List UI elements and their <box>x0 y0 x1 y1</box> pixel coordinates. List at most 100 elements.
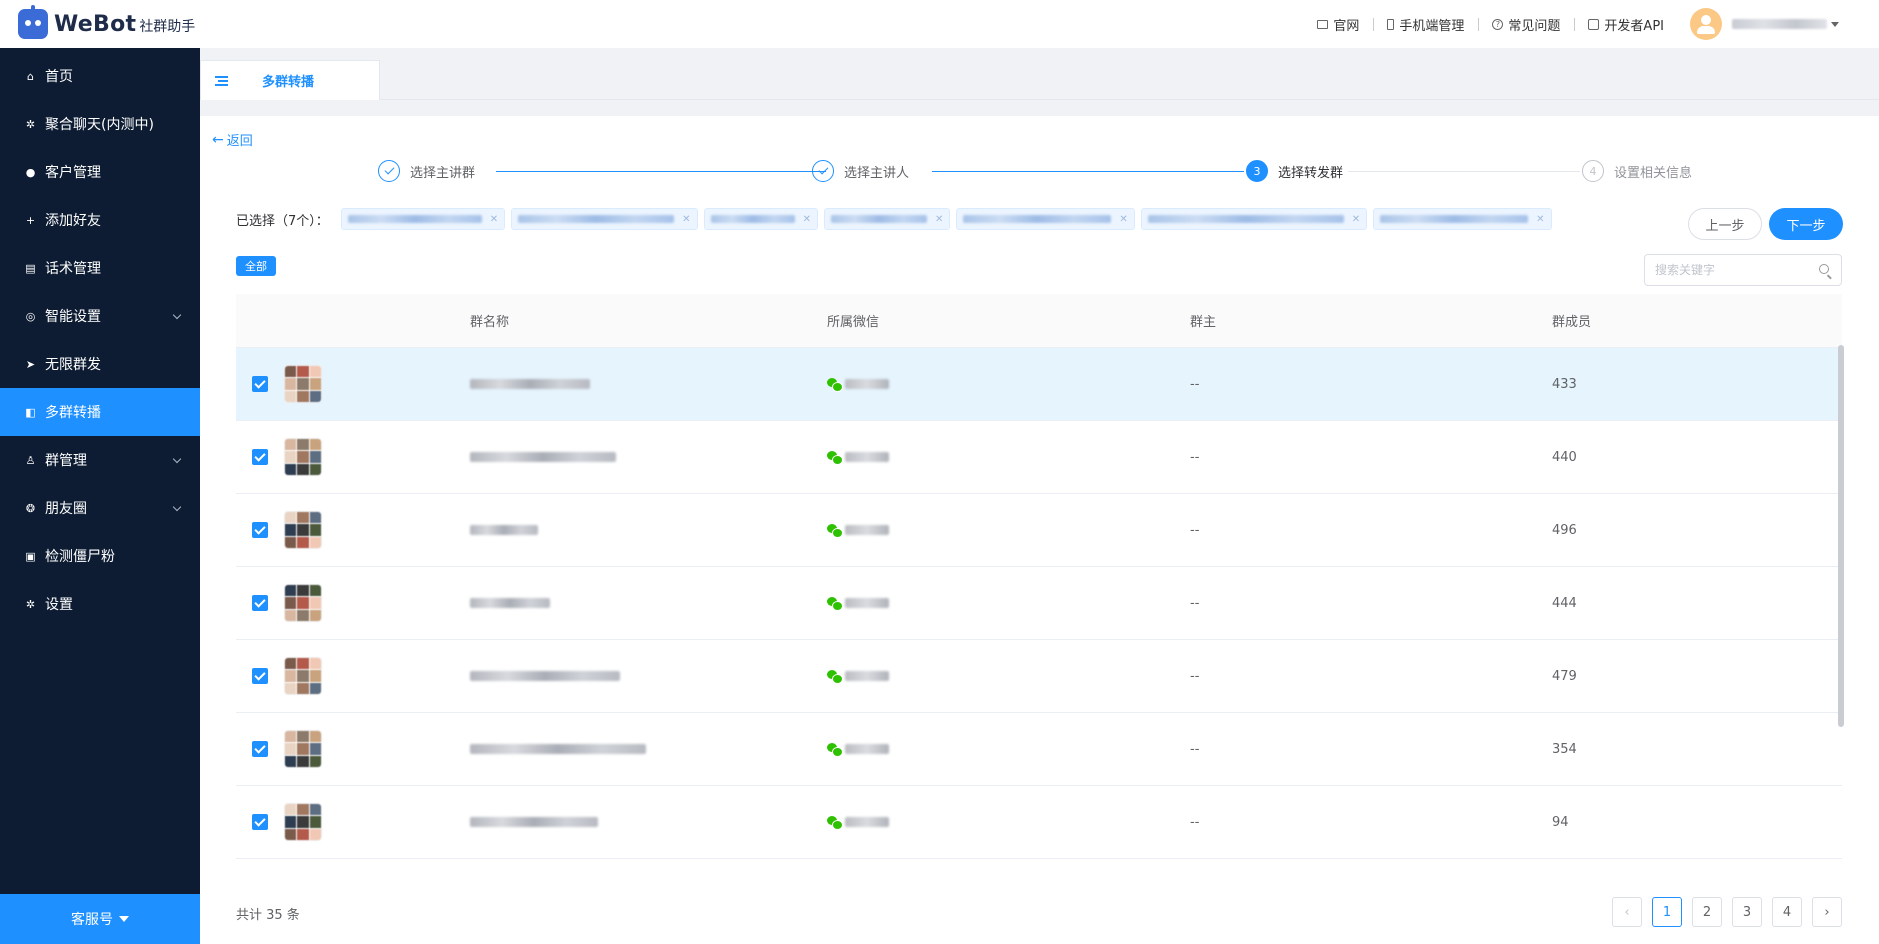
selected-chip[interactable]: ✕ <box>823 208 951 230</box>
group-name-cell <box>470 744 827 754</box>
next-step-button[interactable]: 下一步 <box>1769 208 1843 240</box>
step-3: 3 选择转发群 <box>1246 160 1343 182</box>
sidebar-item-6[interactable]: ◎ 智能设置 <box>0 292 200 340</box>
page-button[interactable]: 3 <box>1732 897 1762 927</box>
prev-page-button[interactable]: ‹ <box>1612 897 1642 927</box>
tab-multi-group-broadcast[interactable]: 多群转播 <box>200 60 380 100</box>
app-subtitle: 社群助手 <box>139 19 196 35</box>
group-avatar <box>284 803 322 841</box>
selected-chip[interactable]: ✕ <box>511 208 698 230</box>
customer-service-button[interactable]: 客服号 <box>0 894 200 944</box>
group-name-redacted <box>470 671 620 681</box>
step-title: 选择转发群 <box>1278 165 1344 181</box>
row-checkbox[interactable] <box>252 449 268 465</box>
selected-chip[interactable]: ✕ <box>956 208 1135 230</box>
selected-chip[interactable]: ✕ <box>340 208 506 230</box>
search-box[interactable] <box>1644 254 1842 286</box>
sidebar-item-5[interactable]: ▤ 话术管理 <box>0 244 200 292</box>
sidebar-item-7[interactable]: ➤ 无限群发 <box>0 340 200 388</box>
row-checkbox[interactable] <box>252 814 268 830</box>
group-name-cell <box>470 452 827 462</box>
user-menu[interactable] <box>1690 8 1839 40</box>
app-name: WeBot <box>54 11 137 37</box>
sidebar-item-3[interactable]: ● 客户管理 <box>0 148 200 196</box>
step-1: 选择主讲群 <box>378 160 475 182</box>
header-link-mobile[interactable]: 手机端管理 <box>1373 15 1478 34</box>
close-icon[interactable]: ✕ <box>490 214 498 225</box>
sidebar-item-2[interactable]: ✲ 聚合聊天(内测中) <box>0 100 200 148</box>
header-link-official[interactable]: 官网 <box>1303 15 1373 34</box>
header-links: 官网 手机端管理 ? 常见问题 开发者API <box>1303 0 1879 48</box>
table-row[interactable]: -- 479 <box>236 640 1842 713</box>
row-checkbox[interactable] <box>252 522 268 538</box>
table-row[interactable]: -- 354 <box>236 713 1842 786</box>
row-checkbox[interactable] <box>252 741 268 757</box>
chevron-down-icon <box>172 502 182 512</box>
close-icon[interactable]: ✕ <box>935 214 943 225</box>
help-circle-icon: ? <box>1492 18 1504 30</box>
next-page-button[interactable]: › <box>1812 897 1842 927</box>
sidebar-item-11[interactable]: ▣ 检测僵尸粉 <box>0 532 200 580</box>
sidebar: ⌂ 首页 ✲ 聚合聊天(内测中) ● 客户管理 + 添加好友 ▤ 话术管理 ◎ 智能设置 ➤ 无限群发 ◧ 多… <box>0 48 200 944</box>
page-button[interactable]: 2 <box>1692 897 1722 927</box>
page-button[interactable]: 4 <box>1772 897 1802 927</box>
members-cell: 444 <box>1552 595 1577 611</box>
table-scrollbar[interactable] <box>1838 345 1844 727</box>
close-icon[interactable]: ✕ <box>682 214 690 225</box>
wechat-icon <box>827 451 843 465</box>
group-name-redacted <box>470 817 598 827</box>
step-connector <box>932 171 1244 172</box>
close-icon[interactable]: ✕ <box>1352 214 1360 225</box>
column-header-members: 群成员 <box>1552 315 1592 330</box>
group-name-redacted <box>470 598 550 608</box>
table-row[interactable]: -- 440 <box>236 421 1842 494</box>
table-row[interactable]: -- 94 <box>236 786 1842 859</box>
row-checkbox[interactable] <box>252 595 268 611</box>
logo[interactable]: WeBot 社群助手 <box>0 0 200 48</box>
sidebar-item-8[interactable]: ◧ 多群转播 <box>0 388 200 436</box>
close-icon[interactable]: ✕ <box>803 214 811 225</box>
step-title: 选择主讲人 <box>844 165 910 181</box>
table-row[interactable]: -- 496 <box>236 494 1842 567</box>
gear-icon: ✲ <box>25 117 36 131</box>
back-link[interactable]: ← 返回 <box>212 130 253 150</box>
wechat-name-redacted <box>845 598 889 608</box>
chip-label-redacted <box>1147 215 1344 223</box>
header-link-api[interactable]: 开发者API <box>1574 15 1678 34</box>
search-icon[interactable] <box>1819 264 1829 274</box>
group-avatar <box>284 365 322 403</box>
home-icon: ⌂ <box>27 69 34 83</box>
owner-cell: -- <box>1190 741 1200 757</box>
sidebar-item-10[interactable]: ❂ 朋友圈 <box>0 484 200 532</box>
sidebar-item-12[interactable]: ✲ 设置 <box>0 580 200 628</box>
search-input[interactable] <box>1655 255 1815 285</box>
page-button[interactable]: 1 <box>1652 897 1682 927</box>
chip-label-redacted <box>347 215 482 223</box>
close-icon[interactable]: ✕ <box>1536 214 1544 225</box>
header-link-faq[interactable]: ? 常见问题 <box>1478 15 1574 34</box>
table-row[interactable]: -- 444 <box>236 567 1842 640</box>
api-icon <box>1588 18 1600 30</box>
caret-down-icon <box>1831 21 1839 27</box>
selected-groups: 已选择（7个）： ✕ ✕ ✕ ✕ ✕ ✕ ✕ <box>236 208 1558 230</box>
prev-step-button[interactable]: 上一步 <box>1688 208 1762 240</box>
sidebar-item-4[interactable]: + 添加好友 <box>0 196 200 244</box>
selected-chip[interactable]: ✕ <box>1373 208 1552 230</box>
selected-chip[interactable]: ✕ <box>1140 208 1368 230</box>
selected-chip[interactable]: ✕ <box>703 208 818 230</box>
row-checkbox[interactable] <box>252 376 268 392</box>
sidebar-item-9[interactable]: ♙ 群管理 <box>0 436 200 484</box>
row-checkbox[interactable] <box>252 668 268 684</box>
close-icon[interactable]: ✕ <box>1119 214 1127 225</box>
members-cell: 479 <box>1552 668 1577 684</box>
members-cell: 496 <box>1552 522 1577 538</box>
avatar-cell <box>284 803 470 841</box>
menu-fold-icon[interactable] <box>215 75 228 86</box>
sidebar-nav: ⌂ 首页 ✲ 聚合聊天(内测中) ● 客户管理 + 添加好友 ▤ 话术管理 ◎ 智能设置 ➤ 无限群发 ◧ 多… <box>0 52 200 628</box>
table-row[interactable]: -- 433 <box>236 348 1842 421</box>
wechat-account <box>827 743 1190 757</box>
filter-all-tag[interactable]: 全部 <box>236 256 276 276</box>
sidebar-item-label: 话术管理 <box>45 261 101 277</box>
sidebar-item-1[interactable]: ⌂ 首页 <box>0 52 200 100</box>
settings-icon: ✲ <box>25 597 36 611</box>
